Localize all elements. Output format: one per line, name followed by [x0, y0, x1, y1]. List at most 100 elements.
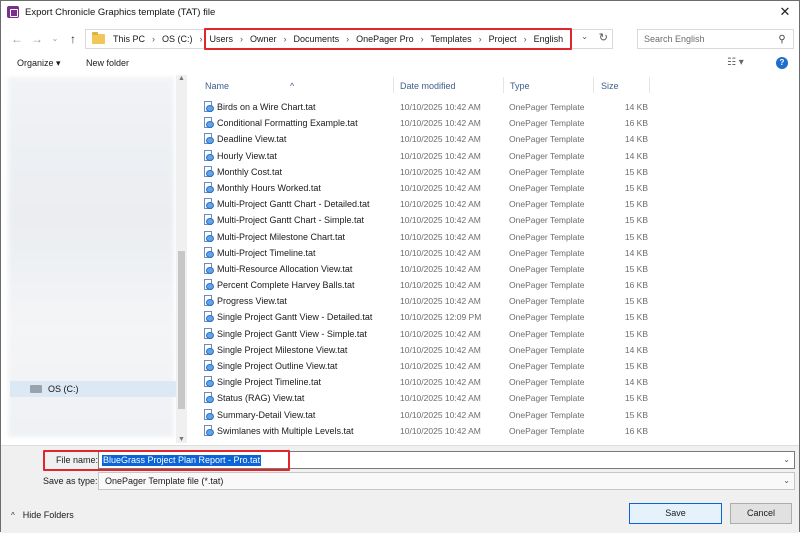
- file-row[interactable]: Monthly Cost.tat 10/10/2025 10:42 AM OnePa…: [197, 164, 797, 180]
- file-row[interactable]: Monthly Hours Worked.tat 10/10/2025 10:42…: [197, 180, 797, 196]
- navpane-scrollbar[interactable]: ▲ ▼: [176, 75, 187, 443]
- crumb-os-c[interactable]: OS (C:): [160, 34, 195, 44]
- file-row[interactable]: Status (RAG) View.tat 10/10/2025 10:42 AM…: [197, 390, 797, 406]
- file-row[interactable]: Multi-Project Timeline.tat 10/10/2025 10:…: [197, 245, 797, 261]
- template-file-icon: [203, 327, 214, 340]
- file-row[interactable]: Single Project Timeline.tat 10/10/2025 10…: [197, 374, 797, 390]
- column-header-size[interactable]: Size: [601, 81, 619, 91]
- file-name-highlight-annotation: [43, 450, 290, 471]
- search-box[interactable]: Search English ⚲: [637, 29, 794, 49]
- file-name-cell: Status (RAG) View.tat: [217, 393, 305, 404]
- column-header-date[interactable]: Date modified: [400, 81, 456, 91]
- organize-button[interactable]: Organize ▾: [17, 58, 61, 69]
- file-row[interactable]: Hourly View.tat 10/10/2025 10:42 AM OnePag…: [197, 148, 797, 164]
- file-row[interactable]: Single Project Outline View.tat 10/10/202…: [197, 358, 797, 374]
- file-row[interactable]: Swimlanes with Multiple Levels.tat 10/10/…: [197, 423, 797, 439]
- save-as-type-value: OnePager Template file (*.tat): [105, 476, 224, 486]
- save-as-type-label: Save as type:: [43, 476, 98, 486]
- column-divider[interactable]: [649, 77, 650, 93]
- toolbar: Organize ▾ New folder ☷ ▾ ?: [1, 55, 799, 73]
- column-divider[interactable]: [393, 77, 394, 93]
- file-row[interactable]: Multi-Project Gantt Chart - Detailed.tat…: [197, 196, 797, 212]
- file-size-cell: 15 KB: [624, 361, 648, 371]
- cancel-button[interactable]: Cancel: [730, 503, 792, 524]
- file-date-cell: 10/10/2025 10:42 AM: [400, 328, 481, 339]
- file-size-cell: 14 KB: [624, 134, 648, 145]
- file-size-cell: 15 KB: [624, 182, 648, 193]
- navpane-item-os-c[interactable]: OS (C:): [10, 381, 176, 397]
- file-row[interactable]: Single Project Milestone View.tat 10/10/2…: [197, 342, 797, 358]
- save-as-type-select[interactable]: OnePager Template file (*.tat) ⌄: [98, 472, 795, 490]
- template-file-icon: [203, 295, 214, 307]
- collapse-caret-icon[interactable]: ^: [11, 511, 15, 520]
- view-options-icon[interactable]: ☷ ▾: [727, 57, 744, 68]
- file-row[interactable]: Birds on a Wire Chart.tat 10/10/2025 10:4…: [197, 99, 797, 115]
- file-name-cell: Conditional Formatting Example.tat: [217, 118, 358, 129]
- scroll-down-arrow-icon[interactable]: ▼: [176, 436, 187, 443]
- column-header-type[interactable]: Type: [510, 81, 530, 91]
- file-row[interactable]: Progress View.tat 10/10/2025 10:42 AM OneP…: [197, 293, 797, 309]
- file-name-cell: Single Project Milestone View.tat: [217, 344, 348, 355]
- hide-folders-toggle[interactable]: ^ Hide Folders: [11, 510, 74, 520]
- file-name-cell: Progress View.tat: [217, 296, 287, 307]
- crumb-this-pc[interactable]: This PC: [111, 34, 147, 44]
- file-name-cell: Multi-Project Gantt Chart - Simple.tat: [217, 215, 365, 226]
- file-name-cell: Birds on a Wire Chart.tat: [217, 102, 316, 112]
- file-size-cell: 16 KB: [624, 280, 648, 291]
- save-as-type-chevron-icon[interactable]: ⌄: [783, 476, 790, 485]
- file-row[interactable]: Multi-Resource Allocation View.tat 10/10/…: [197, 261, 797, 277]
- recent-locations-chevron-icon[interactable]: ⌄: [47, 31, 63, 47]
- file-type-cell: OnePager Template: [509, 166, 585, 177]
- hide-folders-label[interactable]: Hide Folders: [23, 510, 74, 520]
- template-file-icon: [203, 101, 214, 113]
- breadcrumb-separator[interactable]: ›: [147, 34, 160, 44]
- drive-icon: [30, 385, 42, 393]
- file-date-cell: 10/10/2025 10:42 AM: [400, 247, 481, 258]
- help-icon[interactable]: ?: [776, 57, 788, 69]
- refresh-icon[interactable]: ↻: [599, 31, 608, 44]
- scrollbar-thumb[interactable]: [178, 251, 185, 409]
- search-input[interactable]: Search English: [644, 34, 775, 44]
- file-name-cell: Single Project Timeline.tat: [217, 377, 322, 388]
- file-row[interactable]: Single Project Gantt View - Simple.tat 10…: [197, 326, 797, 342]
- back-arrow-icon[interactable]: ←: [9, 31, 25, 47]
- file-date-cell: 10/10/2025 10:42 AM: [400, 344, 481, 355]
- column-divider[interactable]: [593, 77, 594, 93]
- file-row[interactable]: Single Project Gantt View - Detailed.tat…: [197, 309, 797, 325]
- file-size-cell: 15 KB: [624, 231, 648, 242]
- template-file-icon: [203, 360, 214, 372]
- file-date-cell: 10/10/2025 10:42 AM: [400, 393, 481, 404]
- file-date-cell: 10/10/2025 10:42 AM: [400, 296, 481, 307]
- search-icon[interactable]: ⚲: [775, 34, 789, 45]
- file-row[interactable]: Multi-Project Gantt Chart - Simple.tat 10…: [197, 212, 797, 228]
- file-name-cell: Summary-Detail View.tat: [217, 409, 316, 420]
- scroll-up-arrow-icon[interactable]: ▲: [176, 75, 187, 82]
- file-row[interactable]: Multi-Project Milestone Chart.tat 10/10/2…: [197, 229, 797, 245]
- forward-arrow-icon[interactable]: →: [29, 31, 45, 47]
- up-folder-arrow-icon[interactable]: ↑: [65, 31, 81, 47]
- column-divider[interactable]: [503, 77, 504, 93]
- file-row[interactable]: Deadline View.tat 10/10/2025 10:42 AM OneP…: [197, 131, 797, 147]
- file-name-cell: Hourly View.tat: [217, 150, 277, 161]
- file-row[interactable]: Conditional Formatting Example.tat 10/10/…: [197, 115, 797, 131]
- file-date-cell: 10/10/2025 10:42 AM: [400, 425, 481, 436]
- file-size-cell: 16 KB: [624, 425, 648, 436]
- file-type-cell: OnePager Template: [509, 409, 585, 420]
- file-row[interactable]: Summary-Detail View.tat 10/10/2025 10:42 …: [197, 407, 797, 423]
- sort-ascending-icon: ^: [290, 81, 295, 91]
- file-name-cell: Single Project Gantt View - Simple.tat: [217, 328, 367, 339]
- file-name-dropdown-chevron-icon[interactable]: ⌄: [783, 455, 790, 464]
- file-type-cell: OnePager Template: [509, 182, 585, 193]
- new-folder-button[interactable]: New folder: [86, 58, 129, 68]
- file-type-cell: OnePager Template: [509, 425, 585, 436]
- save-button[interactable]: Save: [629, 503, 722, 524]
- file-row[interactable]: Percent Complete Harvey Balls.tat 10/10/2…: [197, 277, 797, 293]
- onepager-app-icon: [7, 6, 19, 18]
- file-size-cell: 14 KB: [624, 102, 648, 112]
- close-button[interactable]: ✕: [777, 4, 793, 20]
- column-header-name[interactable]: Name: [205, 81, 229, 91]
- file-type-cell: OnePager Template: [509, 118, 585, 129]
- address-dropdown-chevron-icon[interactable]: ⌄: [581, 32, 588, 41]
- template-file-icon: [203, 392, 214, 404]
- file-size-cell: 15 KB: [624, 328, 648, 339]
